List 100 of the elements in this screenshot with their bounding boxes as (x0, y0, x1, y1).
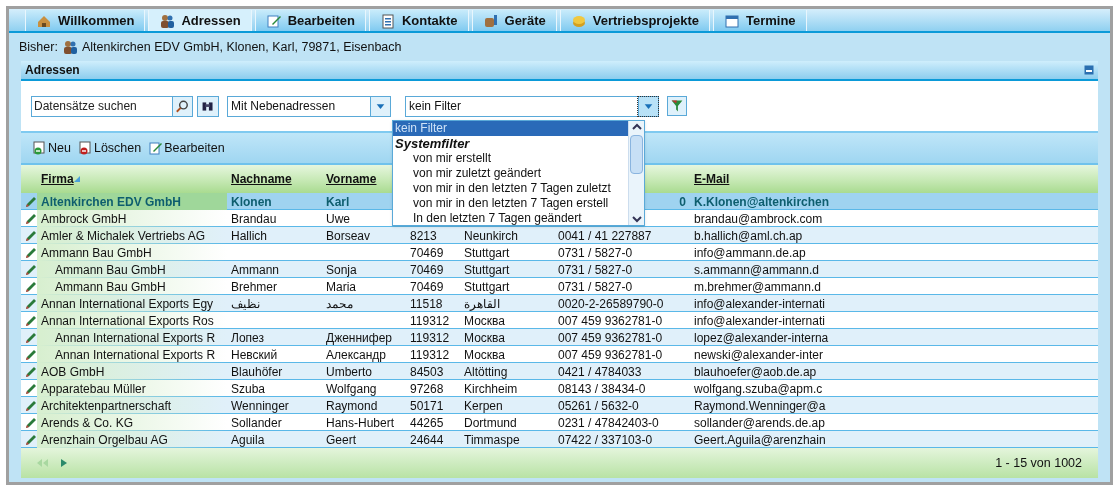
table-cell: 08143 / 38434-0 (558, 382, 646, 396)
table-cell: info@ammann.de.ap (694, 246, 806, 260)
table-cell: القاهرة (464, 297, 500, 311)
option-group-label: Systemfilter (394, 136, 471, 151)
table-cell: sollander@arends.de.ap (694, 416, 825, 430)
table-cell: K.Klonen@altenkirchen (694, 195, 830, 209)
company-name: Annan International Exports R (55, 330, 216, 347)
table-cell: 007 459 9362781-0 (558, 314, 663, 328)
company-name: Ammann Bau GmbH (55, 279, 166, 296)
table-cell: Stuttgart (464, 246, 510, 260)
table-cell: 0731 / 5827-0 (558, 246, 633, 260)
table-cell: s.ammann@ammann.d (694, 263, 819, 277)
table-cell: Szuba (231, 382, 266, 396)
table-cell: 50171 (410, 399, 444, 413)
company-name: Apparatebau Müller (41, 381, 146, 398)
table-cell: Wolfgang (326, 382, 377, 396)
table-cell: 70469 (410, 246, 444, 260)
table-cell: Hallich (231, 229, 267, 243)
company-name: AOB GmbH (41, 364, 105, 381)
table-cell: Stuttgart (464, 263, 510, 277)
table-cell: Neunkirch (464, 229, 519, 243)
table-cell: 05261 / 5632-0 (558, 399, 639, 413)
table-cell: Невский (231, 348, 278, 362)
table-cell: Kerpen (464, 399, 503, 413)
table-cell: Blauhöfer (231, 365, 283, 379)
table-cell: 70469 (410, 263, 444, 277)
table-cell: Altötting (464, 365, 508, 379)
table-cell: blauhoefer@aob.de.ap (694, 365, 817, 379)
table-cell: 0041 / 41 227887 (558, 229, 652, 243)
table-cell: 0731 / 5827-0 (558, 263, 633, 277)
history-label: Bisher: (19, 38, 58, 56)
table-cell: Александр (326, 348, 387, 362)
table-cell: 0020-2-26589790-0 (558, 297, 664, 311)
table-cell: Москва (464, 331, 505, 345)
table-cell: 11518 (410, 297, 443, 311)
table-cell: 0731 / 5827-0 (558, 280, 633, 294)
table-cell: 70469 (410, 280, 444, 294)
table-cell: Москва (464, 314, 505, 328)
table-cell: Hans-Hubert (326, 416, 395, 430)
table-cell: brandau@ambrock.com (694, 212, 823, 226)
table-cell: Geert.Aguila@arenzhain (694, 433, 826, 447)
table-cell: Uwe (326, 212, 350, 226)
table-cell: Borseav (326, 229, 371, 243)
table-cell: info@alexander-internati (694, 314, 825, 328)
table-cell: Sonja (326, 263, 357, 277)
company-name: Annan International Exports Egy (41, 296, 214, 313)
company-name: Annan International Exports Ros (41, 313, 214, 330)
table-cell: 119312 (410, 314, 450, 328)
table-cell: 119312 (410, 331, 450, 345)
table-cell: b.hallich@aml.ch.ap (694, 229, 803, 243)
table-cell: lopez@alexander-interna (694, 331, 829, 345)
table-cell: Brehmer (231, 280, 277, 294)
company-name: Arends & Co. KG (41, 415, 134, 432)
table-cell: 007 459 9362781-0 (558, 348, 663, 362)
table-cell: info@alexander-internati (694, 297, 825, 311)
company-name: Amler & Michalek Vertriebs AG (41, 228, 206, 245)
table-cell: m.brehmer@ammann.d (694, 280, 821, 294)
table-cell: Sollander (231, 416, 282, 430)
page-range: 1 - 15 von 1002 (995, 454, 1082, 472)
table-cell: Dortmund (464, 416, 517, 430)
table-cell: Kirchheim (464, 382, 518, 396)
panel-title: Adressen (25, 62, 80, 79)
table-cell: 24644 (410, 433, 444, 447)
table-cell: newski@alexander-inter (694, 348, 823, 362)
table-cell: Klonen (231, 195, 272, 209)
company-name: Ammann Bau GmbH (55, 262, 166, 279)
table-cell: 8213 (410, 229, 437, 243)
table-cell: Wenninger (231, 399, 289, 413)
table-cell: نظيف (231, 297, 260, 311)
table-cell: 07422 / 337103-0 (558, 433, 653, 447)
table-cell: Дженнифер (326, 331, 392, 345)
table-cell: Raymond.Wenninger@a (694, 399, 826, 413)
company-name: Altenkirchen EDV GmbH (41, 194, 182, 211)
table-cell: Brandau (231, 212, 277, 226)
table-cell: 119312 (410, 348, 450, 362)
company-name: Ammann Bau GmbH (41, 245, 152, 262)
table-cell: Geert (326, 433, 356, 447)
table-cell: 0421 / 4784033 (558, 365, 642, 379)
table-cell: محمد (326, 297, 353, 311)
table-cell: 007 459 9362781-0 (558, 331, 663, 345)
table-cell: Maria (326, 280, 356, 294)
table-cell: Karl (326, 195, 350, 209)
table-cell: 44265 (410, 416, 444, 430)
table-cell: Umberto (326, 365, 372, 379)
company-name: Architektenpartnerschaft (41, 398, 172, 415)
table-cell: Aguila (231, 433, 265, 447)
table-cell: Raymond (326, 399, 378, 413)
table-cell: Москва (464, 348, 505, 362)
table-cell: 0231 / 47842403-0 (558, 416, 659, 430)
table-cell: 97268 (410, 382, 444, 396)
table-cell: 0 (679, 195, 686, 209)
table-cell: 84503 (410, 365, 444, 379)
table-cell: Ammann (231, 263, 280, 277)
table-cell: Лопез (231, 331, 264, 345)
company-name: Arenzhain Orgelbau AG (41, 432, 168, 449)
table-cell: Stuttgart (464, 280, 510, 294)
table-cell: wolfgang.szuba@apm.c (694, 382, 823, 396)
company-name: Ambrock GmbH (41, 211, 127, 228)
company-name: Annan International Exports R (55, 347, 216, 364)
table-cell: Timmaspe (464, 433, 520, 447)
